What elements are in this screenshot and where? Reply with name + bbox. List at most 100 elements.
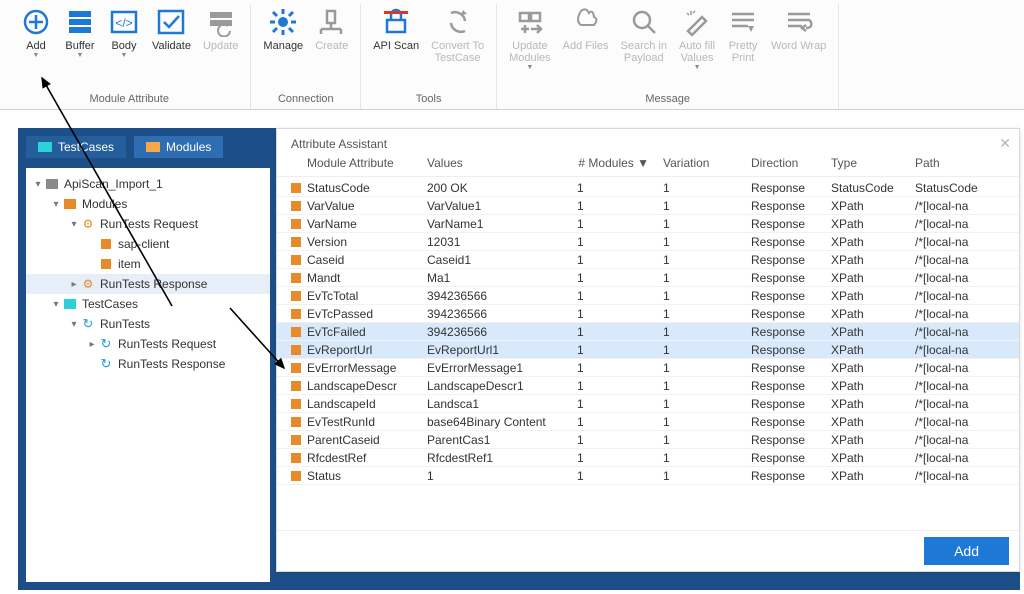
grid-row[interactable]: Status111ResponseXPath/*[local-na xyxy=(277,467,1019,485)
grid-row[interactable]: ParentCaseidParentCas111ResponseXPath/*[… xyxy=(277,431,1019,449)
create-icon xyxy=(316,6,348,38)
cell-attr: EvTestRunId xyxy=(307,415,427,429)
add-button[interactable]: Add▼ xyxy=(14,4,58,91)
cell-value: Ma1 xyxy=(427,271,577,285)
cell-value: 394236566 xyxy=(427,289,577,303)
ribbon-group-title: Module Attribute xyxy=(14,91,244,109)
col-modules[interactable]: # Modules ▼ xyxy=(577,156,663,170)
cell-path: StatusCode xyxy=(915,181,1019,195)
tree-twisty-icon[interactable]: ▾ xyxy=(68,319,80,330)
ribbon-button-label: Manage xyxy=(263,40,303,52)
tree-item-label: RunTests Request xyxy=(118,337,216,351)
attribute-assistant-panel: Attribute Assistant ✕ Module Attribute V… xyxy=(276,128,1020,572)
cell-attr: ParentCaseid xyxy=(307,433,427,447)
tree-item[interactable]: ▸⚙RunTests Response xyxy=(26,274,270,294)
grid-row[interactable]: EvTcTotal39423656611ResponseXPath/*[loca… xyxy=(277,287,1019,305)
ribbon-group: ManageCreateConnection xyxy=(251,4,361,109)
wrap-button: Word Wrap xyxy=(765,4,832,91)
cell-modules: 1 xyxy=(577,235,663,249)
grid-row[interactable]: EvReportUrlEvReportUrl111ResponseXPath/*… xyxy=(277,341,1019,359)
col-type[interactable]: Type xyxy=(831,156,915,170)
validate-button[interactable]: Validate xyxy=(146,4,197,91)
api-scan-button[interactable]: API Scan xyxy=(367,4,425,91)
assist-header: Attribute Assistant ✕ xyxy=(277,129,1019,156)
validate-icon xyxy=(155,6,187,38)
grid-row[interactable]: EvTestRunIdbase64Binary Content11Respons… xyxy=(277,413,1019,431)
module-icon xyxy=(291,345,301,355)
grid-row[interactable]: EvTcPassed39423656611ResponseXPath/*[loc… xyxy=(277,305,1019,323)
grid-row[interactable]: LandscapeDescrLandscapeDescr111ResponseX… xyxy=(277,377,1019,395)
cell-type: XPath xyxy=(831,415,915,429)
grid-row[interactable]: VarValueVarValue111ResponseXPath/*[local… xyxy=(277,197,1019,215)
close-icon[interactable]: ✕ xyxy=(999,135,1011,152)
assist-title: Attribute Assistant xyxy=(291,137,387,151)
cell-modules: 1 xyxy=(577,325,663,339)
tree-item[interactable]: ▾TestCases xyxy=(26,294,270,314)
tree-item[interactable]: ▾⚙RunTests Request xyxy=(26,214,270,234)
grid-body[interactable]: StatusCode200 OK11ResponseStatusCodeStat… xyxy=(277,177,1019,530)
tree-twisty-icon[interactable]: ▸ xyxy=(86,339,98,350)
col-module-attribute[interactable]: Module Attribute xyxy=(307,156,427,170)
grid-row[interactable]: LandscapeIdLandsca111ResponseXPath/*[loc… xyxy=(277,395,1019,413)
cell-path: /*[local-na xyxy=(915,469,1019,483)
grid-row[interactable]: RfcdestRefRfcdestRef111ResponseXPath/*[l… xyxy=(277,449,1019,467)
autofill-button: Auto fill Values▼ xyxy=(673,4,721,91)
cell-path: /*[local-na xyxy=(915,361,1019,375)
tree-twisty-icon[interactable]: ▸ xyxy=(68,279,80,290)
module-icon xyxy=(291,219,301,229)
cell-type: XPath xyxy=(831,433,915,447)
api-scan-icon xyxy=(380,6,412,38)
grid-row[interactable]: VarNameVarName111ResponseXPath/*[local-n… xyxy=(277,215,1019,233)
grid-row[interactable]: CaseidCaseid111ResponseXPath/*[local-na xyxy=(277,251,1019,269)
convert-icon xyxy=(442,6,474,38)
col-values[interactable]: Values xyxy=(427,156,577,170)
tab-label: Modules xyxy=(166,140,211,154)
cell-attr: LandscapeDescr xyxy=(307,379,427,393)
tree-twisty-icon[interactable]: ▾ xyxy=(50,299,62,310)
cell-attr: StatusCode xyxy=(307,181,427,195)
tree-item[interactable]: ▾Modules xyxy=(26,194,270,214)
cell-value: 1 xyxy=(427,469,577,483)
col-path[interactable]: Path xyxy=(915,156,1011,170)
tree-item[interactable]: item xyxy=(26,254,270,274)
module-icon xyxy=(291,363,301,373)
col-variation[interactable]: Variation xyxy=(663,156,751,170)
tree-item[interactable]: ↻RunTests Response xyxy=(26,354,270,374)
tab-modules[interactable]: Modules xyxy=(134,136,223,158)
body-button[interactable]: </>Body▼ xyxy=(102,4,146,91)
manage-button[interactable]: Manage xyxy=(257,4,309,91)
cell-variation: 1 xyxy=(663,361,751,375)
cell-type: XPath xyxy=(831,469,915,483)
cell-attr: VarName xyxy=(307,217,427,231)
add-button[interactable]: Add xyxy=(924,537,1009,565)
col-direction[interactable]: Direction xyxy=(751,156,831,170)
tree-item[interactable]: ▾ApiScan_Import_1 xyxy=(26,174,270,194)
pretty-icon xyxy=(727,6,759,38)
search-payload-button: Search in Payload xyxy=(615,4,673,91)
tree-twisty-icon[interactable]: ▾ xyxy=(50,199,62,210)
grid-row[interactable]: MandtMa111ResponseXPath/*[local-na xyxy=(277,269,1019,287)
body-icon: </> xyxy=(108,6,140,38)
cell-variation: 1 xyxy=(663,325,751,339)
tab-testcases[interactable]: TestCases xyxy=(26,136,126,158)
cell-variation: 1 xyxy=(663,199,751,213)
grid-row[interactable]: EvTcFailed39423656611ResponseXPath/*[loc… xyxy=(277,323,1019,341)
cell-path: /*[local-na xyxy=(915,343,1019,357)
cell-value: VarName1 xyxy=(427,217,577,231)
cell-direction: Response xyxy=(751,415,831,429)
cell-value: RfcdestRef1 xyxy=(427,451,577,465)
grid-row[interactable]: EvErrorMessageEvErrorMessage111ResponseX… xyxy=(277,359,1019,377)
tree-item[interactable]: sap-client xyxy=(26,234,270,254)
tree-item[interactable]: ▾↻RunTests xyxy=(26,314,270,334)
cell-path: /*[local-na xyxy=(915,379,1019,393)
grid-row[interactable]: Version1203111ResponseXPath/*[local-na xyxy=(277,233,1019,251)
tree-twisty-icon[interactable]: ▾ xyxy=(32,179,44,190)
ribbon-button-label: Add xyxy=(26,40,46,52)
folder-cyan-icon xyxy=(62,297,78,311)
svg-text:</>: </> xyxy=(115,16,132,30)
grid-row[interactable]: StatusCode200 OK11ResponseStatusCodeStat… xyxy=(277,179,1019,197)
cycle-icon: ↻ xyxy=(98,357,114,371)
tree-item[interactable]: ▸↻RunTests Request xyxy=(26,334,270,354)
tree-twisty-icon[interactable]: ▾ xyxy=(68,219,80,230)
buffer-button[interactable]: Buffer▼ xyxy=(58,4,102,91)
